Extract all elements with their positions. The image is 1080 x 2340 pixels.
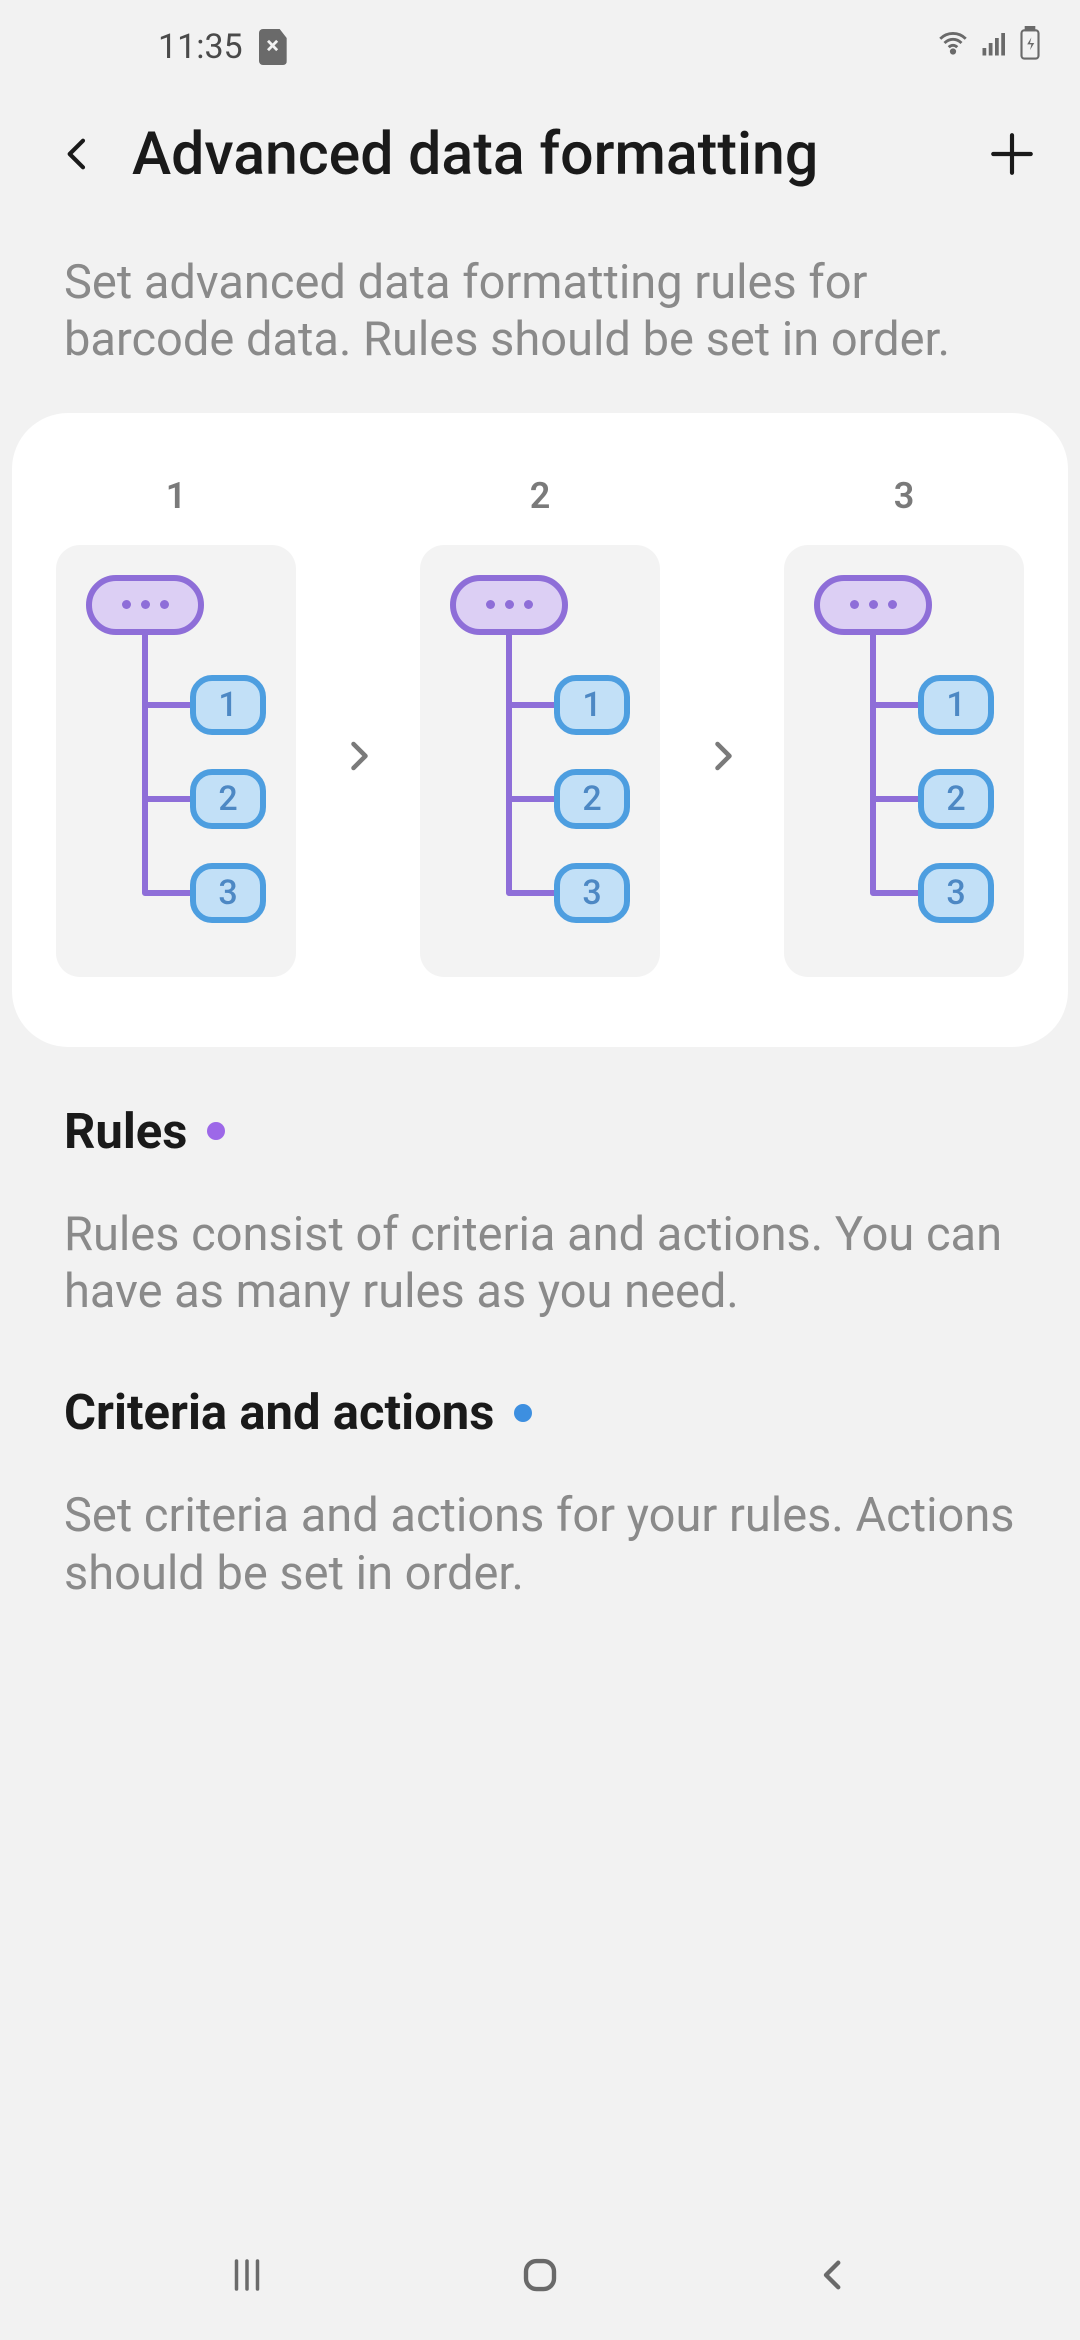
signal-icon — [980, 27, 1010, 67]
status-time: 11:35 — [158, 27, 243, 67]
section-heading-rules: Rules — [64, 1103, 1016, 1160]
diagram-separator — [702, 738, 742, 774]
section-desc: Rules consist of criteria and actions. Y… — [64, 1206, 1016, 1321]
action-node: 1 — [554, 675, 630, 735]
chevron-left-icon — [812, 2254, 854, 2296]
diagram-row: 1 1 2 3 2 1 2 3 — [56, 475, 1024, 977]
action-node: 2 — [918, 769, 994, 829]
diagram-separator — [338, 738, 378, 774]
recents-icon — [226, 2254, 268, 2296]
dot-purple-icon — [207, 1122, 225, 1140]
dot-blue-icon — [514, 1404, 532, 1422]
system-navbar — [0, 2210, 1080, 2340]
rule-pill-icon — [86, 575, 204, 635]
section-heading-criteria: Criteria and actions — [64, 1384, 1016, 1441]
back-button[interactable] — [48, 124, 108, 184]
diagram-col-3: 3 1 2 3 — [784, 475, 1024, 977]
action-node: 1 — [190, 675, 266, 735]
action-node: 3 — [918, 863, 994, 923]
chevron-right-icon — [704, 738, 740, 774]
home-icon — [519, 2254, 561, 2296]
section-rules: Rules Rules consist of criteria and acti… — [0, 1047, 1080, 1321]
chevron-left-icon — [58, 134, 98, 174]
action-node: 3 — [190, 863, 266, 923]
sim-card-icon — [259, 29, 287, 65]
nav-back-button[interactable] — [793, 2235, 873, 2315]
battery-icon — [1020, 26, 1040, 69]
status-bar: 11:35 — [0, 0, 1080, 94]
diagram-box: 1 2 3 — [420, 545, 660, 977]
diagram-col-1: 1 1 2 3 — [56, 475, 296, 977]
status-left: 11:35 — [158, 27, 287, 67]
plus-icon — [987, 129, 1037, 179]
nav-home-button[interactable] — [500, 2235, 580, 2315]
page-subtitle: Set advanced data formatting rules for b… — [0, 214, 1080, 413]
chevron-right-icon — [340, 738, 376, 774]
nav-recents-button[interactable] — [207, 2235, 287, 2315]
wifi-icon — [936, 26, 970, 69]
diagram-box: 1 2 3 — [784, 545, 1024, 977]
section-title: Criteria and actions — [64, 1384, 494, 1441]
diagram-col-num: 1 — [166, 475, 187, 517]
app-header: Advanced data formatting — [0, 94, 1080, 214]
diagram-col-2: 2 1 2 3 — [420, 475, 660, 977]
add-button[interactable] — [980, 122, 1044, 186]
section-title: Rules — [64, 1103, 187, 1160]
rule-pill-icon — [450, 575, 568, 635]
action-node: 2 — [190, 769, 266, 829]
action-node: 3 — [554, 863, 630, 923]
page-title: Advanced data formatting — [132, 120, 980, 189]
action-node: 1 — [918, 675, 994, 735]
diagram-card: 1 1 2 3 2 1 2 3 — [12, 413, 1068, 1047]
rule-pill-icon — [814, 575, 932, 635]
section-desc: Set criteria and actions for your rules.… — [64, 1487, 1016, 1602]
diagram-box: 1 2 3 — [56, 545, 296, 977]
diagram-col-num: 2 — [530, 475, 551, 517]
action-node: 2 — [554, 769, 630, 829]
diagram-col-num: 3 — [894, 475, 915, 517]
section-criteria: Criteria and actions Set criteria and ac… — [0, 1320, 1080, 1602]
status-right — [936, 26, 1040, 69]
